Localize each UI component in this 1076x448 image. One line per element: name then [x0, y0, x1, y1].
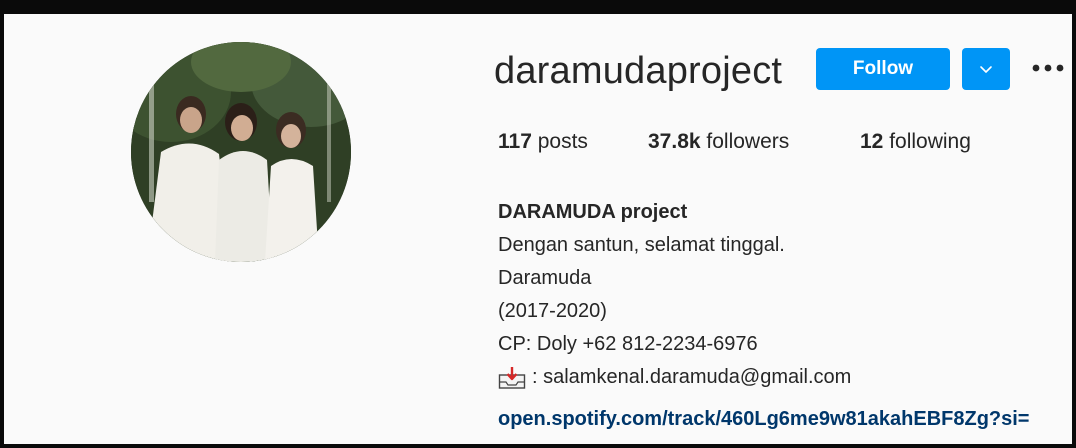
following-stat[interactable]: 12 following [860, 130, 971, 154]
full-name: DARAMUDA project [498, 201, 688, 223]
posts-count: 117 [498, 130, 532, 153]
bio-email-line: : salamkenal.daramuda@gmail.com [498, 361, 851, 394]
profile-screenshot: daramudaproject Follow 117 posts 37.8k f… [0, 0, 1076, 448]
bio-line: (2017-2020) [498, 300, 607, 322]
bio-link[interactable]: open.spotify.com/track/460Lg6me9w81akahE… [498, 408, 1029, 431]
followers-label: followers [700, 130, 790, 153]
more-options-button[interactable] [1028, 52, 1068, 84]
posts-label: posts [531, 130, 588, 153]
inbox-tray-icon [498, 366, 526, 389]
follow-button[interactable]: Follow [816, 48, 950, 90]
followers-count: 37.8k [648, 130, 701, 153]
bio-line: CP: Doly +62 812-2234-6976 [498, 333, 758, 355]
posts-stat[interactable]: 117 posts [498, 130, 588, 154]
bio: DARAMUDA project Dengan santun, selamat … [498, 196, 851, 394]
chevron-down-icon [980, 66, 992, 73]
bio-email: : salamkenal.daramuda@gmail.com [532, 366, 852, 388]
followers-stat[interactable]: 37.8k followers [648, 130, 789, 154]
following-label: following [883, 130, 971, 153]
profile-stats: 117 posts 37.8k followers 12 following [4, 130, 1072, 160]
bio-line: Daramuda [498, 267, 592, 289]
suggested-dropdown-button[interactable] [962, 48, 1010, 90]
more-options-icon [1032, 64, 1064, 72]
bio-line: Dengan santun, selamat tinggal. [498, 234, 785, 256]
username: daramudaproject [494, 50, 783, 92]
following-count: 12 [860, 130, 884, 153]
